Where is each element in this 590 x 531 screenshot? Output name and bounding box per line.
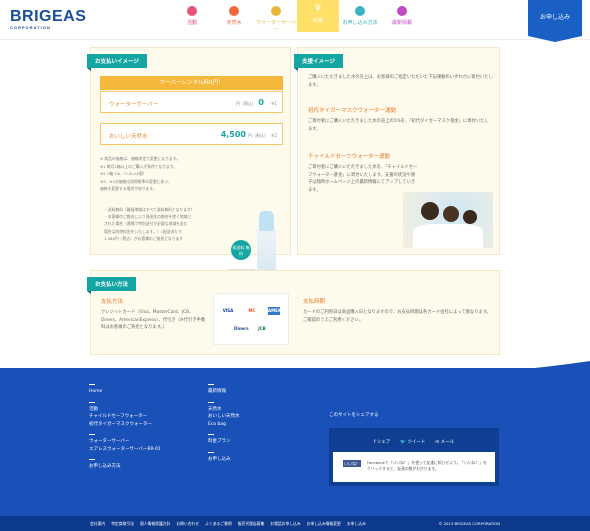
share-box: f シェア 🐦 ツイート ✉ メール いいね！ Facebookで「いいね！」を… bbox=[329, 428, 499, 486]
note-line: ・お客様のご都合により発送先の都合を除く地域と bbox=[104, 214, 192, 220]
note-line: 1,080円（税込）がお客様のご負担となります bbox=[104, 235, 184, 241]
nav-item-0[interactable]: 活動 bbox=[171, 0, 213, 30]
footer-link[interactable]: チャイルドセーフウォーター bbox=[89, 413, 199, 421]
shipping-notes: ・送料無料（離島地域はすべて送料無料となります） ・お客様のご都合により発送先の都… bbox=[104, 206, 214, 242]
apply-button[interactable]: お申し込み bbox=[528, 0, 582, 42]
nav-label: 活動 bbox=[186, 20, 197, 26]
nav-label: 天然水 bbox=[226, 20, 242, 26]
footer-link[interactable]: Eco bag bbox=[208, 421, 318, 429]
header: BRIGEAS CORPORATION 活動 天然水 ウォーターサーバー ¥ 料金 お申し込… bbox=[0, 0, 590, 42]
note-line: 場合は別途料金をいたします。）1配送あたり bbox=[104, 228, 182, 234]
footer-link[interactable]: 最新情報 bbox=[208, 388, 318, 396]
bottom-link[interactable]: 個人情報保護方針 bbox=[140, 516, 170, 531]
footer-link[interactable]: 初代タイガーマスクウォーター bbox=[89, 421, 199, 429]
server-price-row: ウォーターサーバー 0 円（税込） ※1 bbox=[100, 91, 283, 113]
nav-item-3[interactable]: ¥ 料金 bbox=[297, 0, 339, 32]
drop-icon bbox=[229, 6, 239, 16]
note-line: された場合（遠隔で特別送付が必要な地域を含む bbox=[104, 221, 188, 227]
nav-item-4[interactable]: お申し込み方法 bbox=[339, 0, 381, 30]
panel-title: お支払い方法 bbox=[87, 277, 137, 294]
nav-item-1[interactable]: 天然水 bbox=[213, 0, 255, 30]
support-image-panel: 支援イメージ ご購入いただきました水の売上は、お客様のご指定いただいた下記運動の… bbox=[294, 47, 500, 255]
copyright: © 2013 BRIGEAS CORPORATION bbox=[438, 521, 500, 526]
jcb-logo: JCB bbox=[258, 326, 266, 331]
footer-link[interactable]: 活動 bbox=[89, 406, 199, 414]
panel-title: 支援イメージ bbox=[294, 54, 343, 71]
rental-banner: サーバーレンタル料0円！ bbox=[100, 76, 283, 90]
nav-label: 料金 bbox=[312, 18, 323, 24]
visa-logo: VISA bbox=[222, 308, 234, 313]
note-line: ・送料無料（離島地域はすべて送料無料となります） bbox=[104, 207, 195, 212]
footer-link[interactable]: エアレスウォーターサーバーBR-01 bbox=[89, 446, 199, 454]
nav-label: 最新情報 bbox=[391, 20, 412, 26]
note-line: ※3、※1の価格は消費税率の変更に伴い、 bbox=[100, 178, 172, 184]
nav-item-5[interactable]: 最新情報 bbox=[381, 0, 423, 30]
nav-label: ウォーターサーバー bbox=[256, 20, 296, 33]
note-line: 価格を変更する場合があります。 bbox=[100, 186, 157, 192]
water-price-row: おいしい天然水 4,500 円（税込） ※2 bbox=[100, 123, 283, 145]
note-line: ※ 商品の価格は、価格改定で変更になります。 bbox=[100, 156, 180, 161]
payment-image-panel: お支払いイメージ サーバーレンタル料0円！ ウォーターサーバー 0 円（税込） ※1 … bbox=[87, 47, 291, 295]
mastercard-logo: MC bbox=[248, 308, 256, 313]
bottom-link[interactable]: お問い合わせ bbox=[176, 516, 199, 531]
heart-icon bbox=[187, 6, 197, 16]
footer-link[interactable]: お申し込み方法 bbox=[89, 463, 199, 471]
bottom-link[interactable]: お申し込み情報変更 bbox=[307, 516, 341, 531]
footer-link[interactable]: おいしい天然水 bbox=[208, 413, 318, 421]
footer-link[interactable]: 料金プラン bbox=[208, 438, 318, 446]
yen-icon: ¥ bbox=[314, 3, 322, 14]
footer-link[interactable]: Home bbox=[89, 388, 199, 396]
tweet-button[interactable]: 🐦 ツイート bbox=[400, 439, 425, 445]
share-bar: f シェア 🐦 ツイート ✉ メール bbox=[333, 432, 495, 452]
server-icon bbox=[271, 6, 281, 16]
footer-col-1: Home 活動 チャイルドセーフウォーター 初代タイガーマスクウォーター ウォーターサー… bbox=[89, 384, 199, 471]
bottom-link[interactable]: お電話お申し込み bbox=[270, 516, 300, 531]
like-button[interactable]: いいね！ bbox=[343, 460, 361, 467]
bottom-links: 会社案内 特定商取引法 個人情報保護方針 お問い合わせ よくあるご質問 販売代理店募集 お電… bbox=[0, 516, 590, 531]
amex-logo: AMEX bbox=[268, 307, 281, 315]
free-shipping-badge: 発送料 無料 bbox=[231, 240, 251, 260]
note-line: ※2 1箱 24L（7.2L×4個） bbox=[100, 171, 147, 177]
main-nav: 活動 天然水 ウォーターサーバー ¥ 料金 お申し込み方法 最新情報 bbox=[171, 0, 423, 33]
envelope-icon bbox=[355, 6, 365, 16]
share-title: このサイトをシェアする bbox=[329, 413, 379, 418]
facebook-share-button[interactable]: f シェア bbox=[374, 439, 391, 445]
footer-link[interactable]: 天然水 bbox=[208, 406, 318, 414]
support-intro: ご購入いただきました水の売上は、お客様のご指定いただいた下記運動のいずれかに寄付… bbox=[308, 75, 493, 88]
nav-item-2[interactable]: ウォーターサーバー bbox=[255, 0, 297, 33]
card-logos: VISA MC AMEX Diners JCB bbox=[213, 293, 289, 345]
timing-text: カードのご利用日は商品購入日となりますので、お支払時期は各カード会社によって異な… bbox=[303, 310, 491, 323]
like-text: Facebookで「いいね！」を使って友達に知らせよう。「いいね！」をクリックす… bbox=[367, 460, 487, 471]
bottom-link[interactable]: 会社案内 bbox=[90, 516, 105, 531]
note-line: ※1 毎月1箱以上のご購入が条件となります。 bbox=[100, 163, 178, 169]
info-icon bbox=[397, 6, 407, 16]
timing-heading: 支払時期 bbox=[303, 299, 326, 305]
support-heading-child: チャイルドセーフウォーター運動 bbox=[308, 154, 391, 160]
price-notes: ※ 商品の価格は、価格改定で変更になります。 ※1 毎月1箱以上のご購入が条件とな… bbox=[100, 155, 210, 193]
support-text-child: ご寄付者にご購入いただきました水を、「チャイルドセーフウォーター基金」に寄付いた… bbox=[308, 165, 418, 193]
footer-link[interactable]: お申し込み bbox=[208, 456, 318, 464]
bottom-link[interactable]: お申し込み bbox=[347, 516, 366, 531]
footer-link[interactable]: ウォーターサーバー bbox=[89, 438, 199, 446]
mail-button[interactable]: ✉ メール bbox=[435, 439, 454, 445]
diners-logo: Diners bbox=[234, 326, 249, 331]
bottom-link[interactable]: 特定商取引法 bbox=[111, 516, 134, 531]
support-heading-tiger: 初代タイガーマスクウォーター運動 bbox=[308, 108, 397, 114]
panel-title: お支払いイメージ bbox=[87, 54, 147, 71]
family-photo bbox=[403, 192, 493, 248]
footer-col-2: 最新情報天然水 おいしい天然水 Eco bag 料金プランお申し込み bbox=[208, 384, 318, 463]
bottom-link[interactable]: 販売代理店募集 bbox=[238, 516, 265, 531]
method-text: クレジットカード（Visa、MasterCard、JCB、Diners、Amer… bbox=[101, 310, 206, 330]
nav-label: お申し込み方法 bbox=[342, 20, 378, 26]
support-text-tiger: ご寄付者にご購入いただきました水の売上の5%を、「初代タイガーマスク基金」に寄付… bbox=[308, 119, 489, 132]
brand-logo[interactable]: BRIGEAS CORPORATION bbox=[10, 8, 86, 30]
bottom-link[interactable]: よくあるご質問 bbox=[205, 516, 232, 531]
footer: Home 活動 チャイルドセーフウォーター 初代タイガーマスクウォーター ウォーターサー… bbox=[0, 368, 590, 531]
payment-method-panel: お支払い方法 支払方法 クレジットカード（Visa、MasterCard、JCB… bbox=[87, 270, 500, 355]
method-heading: 支払方法 bbox=[101, 299, 124, 305]
